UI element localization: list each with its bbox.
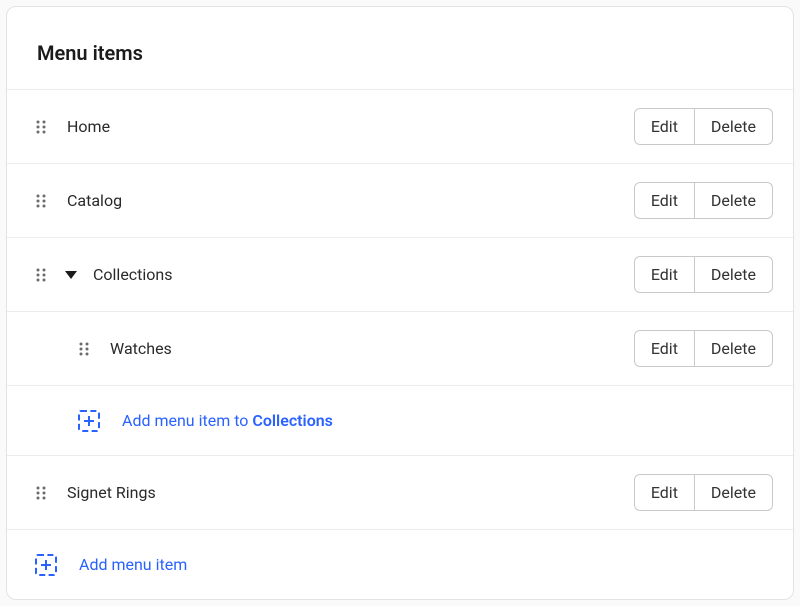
add-child-target: Collections [252, 411, 333, 430]
add-root-row[interactable]: Add menu item [7, 529, 793, 599]
drag-handle-icon[interactable] [35, 486, 49, 500]
card-header: Menu items [7, 7, 793, 89]
edit-button[interactable]: Edit [634, 256, 695, 293]
delete-button[interactable]: Delete [694, 474, 773, 511]
row-actions: Edit Delete [634, 182, 773, 219]
menu-label: Home [67, 117, 110, 136]
menu-row-catalog: Catalog Edit Delete [7, 163, 793, 237]
delete-button[interactable]: Delete [694, 330, 773, 367]
row-actions: Edit Delete [634, 330, 773, 367]
menu-row-signet: Signet Rings Edit Delete [7, 455, 793, 529]
menu-items-card: Menu items Home Edit Delete Catalog Edit… [6, 6, 794, 600]
chevron-down-icon[interactable] [65, 271, 77, 279]
delete-button[interactable]: Delete [694, 256, 773, 293]
menu-row-watches: Watches Edit Delete [7, 311, 793, 385]
delete-button[interactable]: Delete [694, 182, 773, 219]
add-root-label: Add menu item [79, 555, 187, 574]
drag-handle-icon[interactable] [78, 342, 92, 356]
add-child-row[interactable]: Add menu item to Collections [7, 385, 793, 455]
menu-row-collections: Collections Edit Delete [7, 237, 793, 311]
add-icon [35, 554, 57, 576]
menu-label: Collections [93, 265, 173, 284]
edit-button[interactable]: Edit [634, 474, 695, 511]
indent-gutter [7, 330, 51, 367]
drag-handle-icon[interactable] [35, 194, 49, 208]
add-child-prefix: Add menu item to [122, 411, 252, 430]
edit-button[interactable]: Edit [634, 182, 695, 219]
row-actions: Edit Delete [634, 256, 773, 293]
menu-label: Watches [110, 339, 172, 358]
add-child-label: Add menu item to Collections [122, 411, 333, 430]
add-icon [78, 410, 100, 432]
menu-label: Signet Rings [67, 483, 156, 502]
edit-button[interactable]: Edit [634, 108, 695, 145]
drag-handle-icon[interactable] [35, 120, 49, 134]
edit-button[interactable]: Edit [634, 330, 695, 367]
menu-row-home: Home Edit Delete [7, 89, 793, 163]
drag-handle-icon[interactable] [35, 268, 49, 282]
indent-gutter [7, 408, 51, 433]
row-actions: Edit Delete [634, 108, 773, 145]
menu-label: Catalog [67, 191, 122, 210]
row-actions: Edit Delete [634, 474, 773, 511]
delete-button[interactable]: Delete [694, 108, 773, 145]
card-title: Menu items [37, 41, 769, 65]
